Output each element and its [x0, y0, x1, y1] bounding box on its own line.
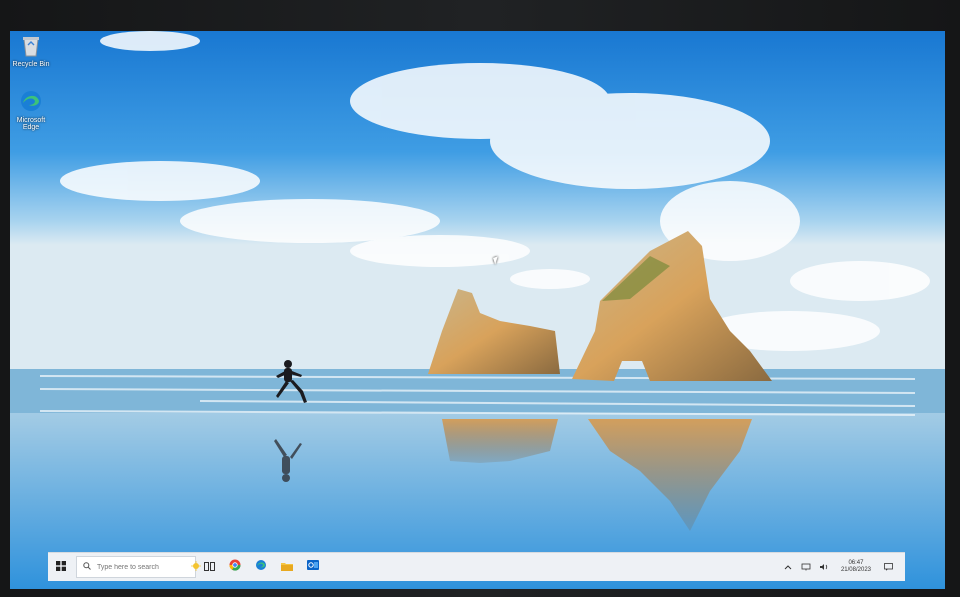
taskbar-edge-button[interactable]: [249, 555, 273, 579]
chrome-icon: [229, 558, 241, 576]
clock-time: 06:47: [848, 560, 864, 567]
show-hidden-icons-chevron-up-icon[interactable]: [782, 561, 794, 573]
microsoft-edge-label: Microsoft Edge: [16, 117, 46, 131]
recycle-bin-icon: [10, 35, 52, 59]
taskbar-chrome-button[interactable]: [223, 555, 247, 579]
microsoft-edge-shortcut[interactable]: Microsoft Edge: [10, 89, 52, 131]
start-button[interactable]: [49, 555, 73, 579]
taskbar-search[interactable]: [76, 556, 201, 578]
taskbar: 06:47 21/08/2023: [48, 552, 905, 581]
taskbar-file-explorer-button[interactable]: [275, 555, 299, 579]
volume-icon[interactable]: [818, 561, 830, 573]
search-icon: [83, 562, 91, 572]
monitor-bezel: Recycle Bin Microsoft Edge Type here to …: [0, 0, 960, 597]
clock[interactable]: 06:47 21/08/2023: [841, 560, 871, 573]
folder-icon: [281, 558, 293, 576]
recycle-bin-shortcut[interactable]: Recycle Bin: [10, 35, 52, 68]
clock-date: 21/08/2023: [840, 567, 871, 573]
microsoft-edge-icon: [10, 89, 52, 115]
system-tray: 06:47 21/08/2023: [779, 553, 905, 581]
task-view-icon: [203, 558, 215, 576]
network-icon[interactable]: [800, 561, 812, 573]
recycle-bin-label: Recycle Bin: [12, 61, 50, 68]
notifications-icon[interactable]: [882, 561, 894, 573]
desktop-screen: Recycle Bin Microsoft Edge Type here to …: [10, 31, 945, 589]
search-input[interactable]: [95, 562, 190, 572]
taskbar-outlook-button[interactable]: [301, 555, 325, 579]
task-view-button[interactable]: [197, 555, 221, 579]
wallpaper: [10, 31, 945, 589]
edge-icon: [255, 558, 267, 576]
outlook-icon: [307, 558, 319, 576]
windows-logo-icon: [56, 558, 66, 576]
